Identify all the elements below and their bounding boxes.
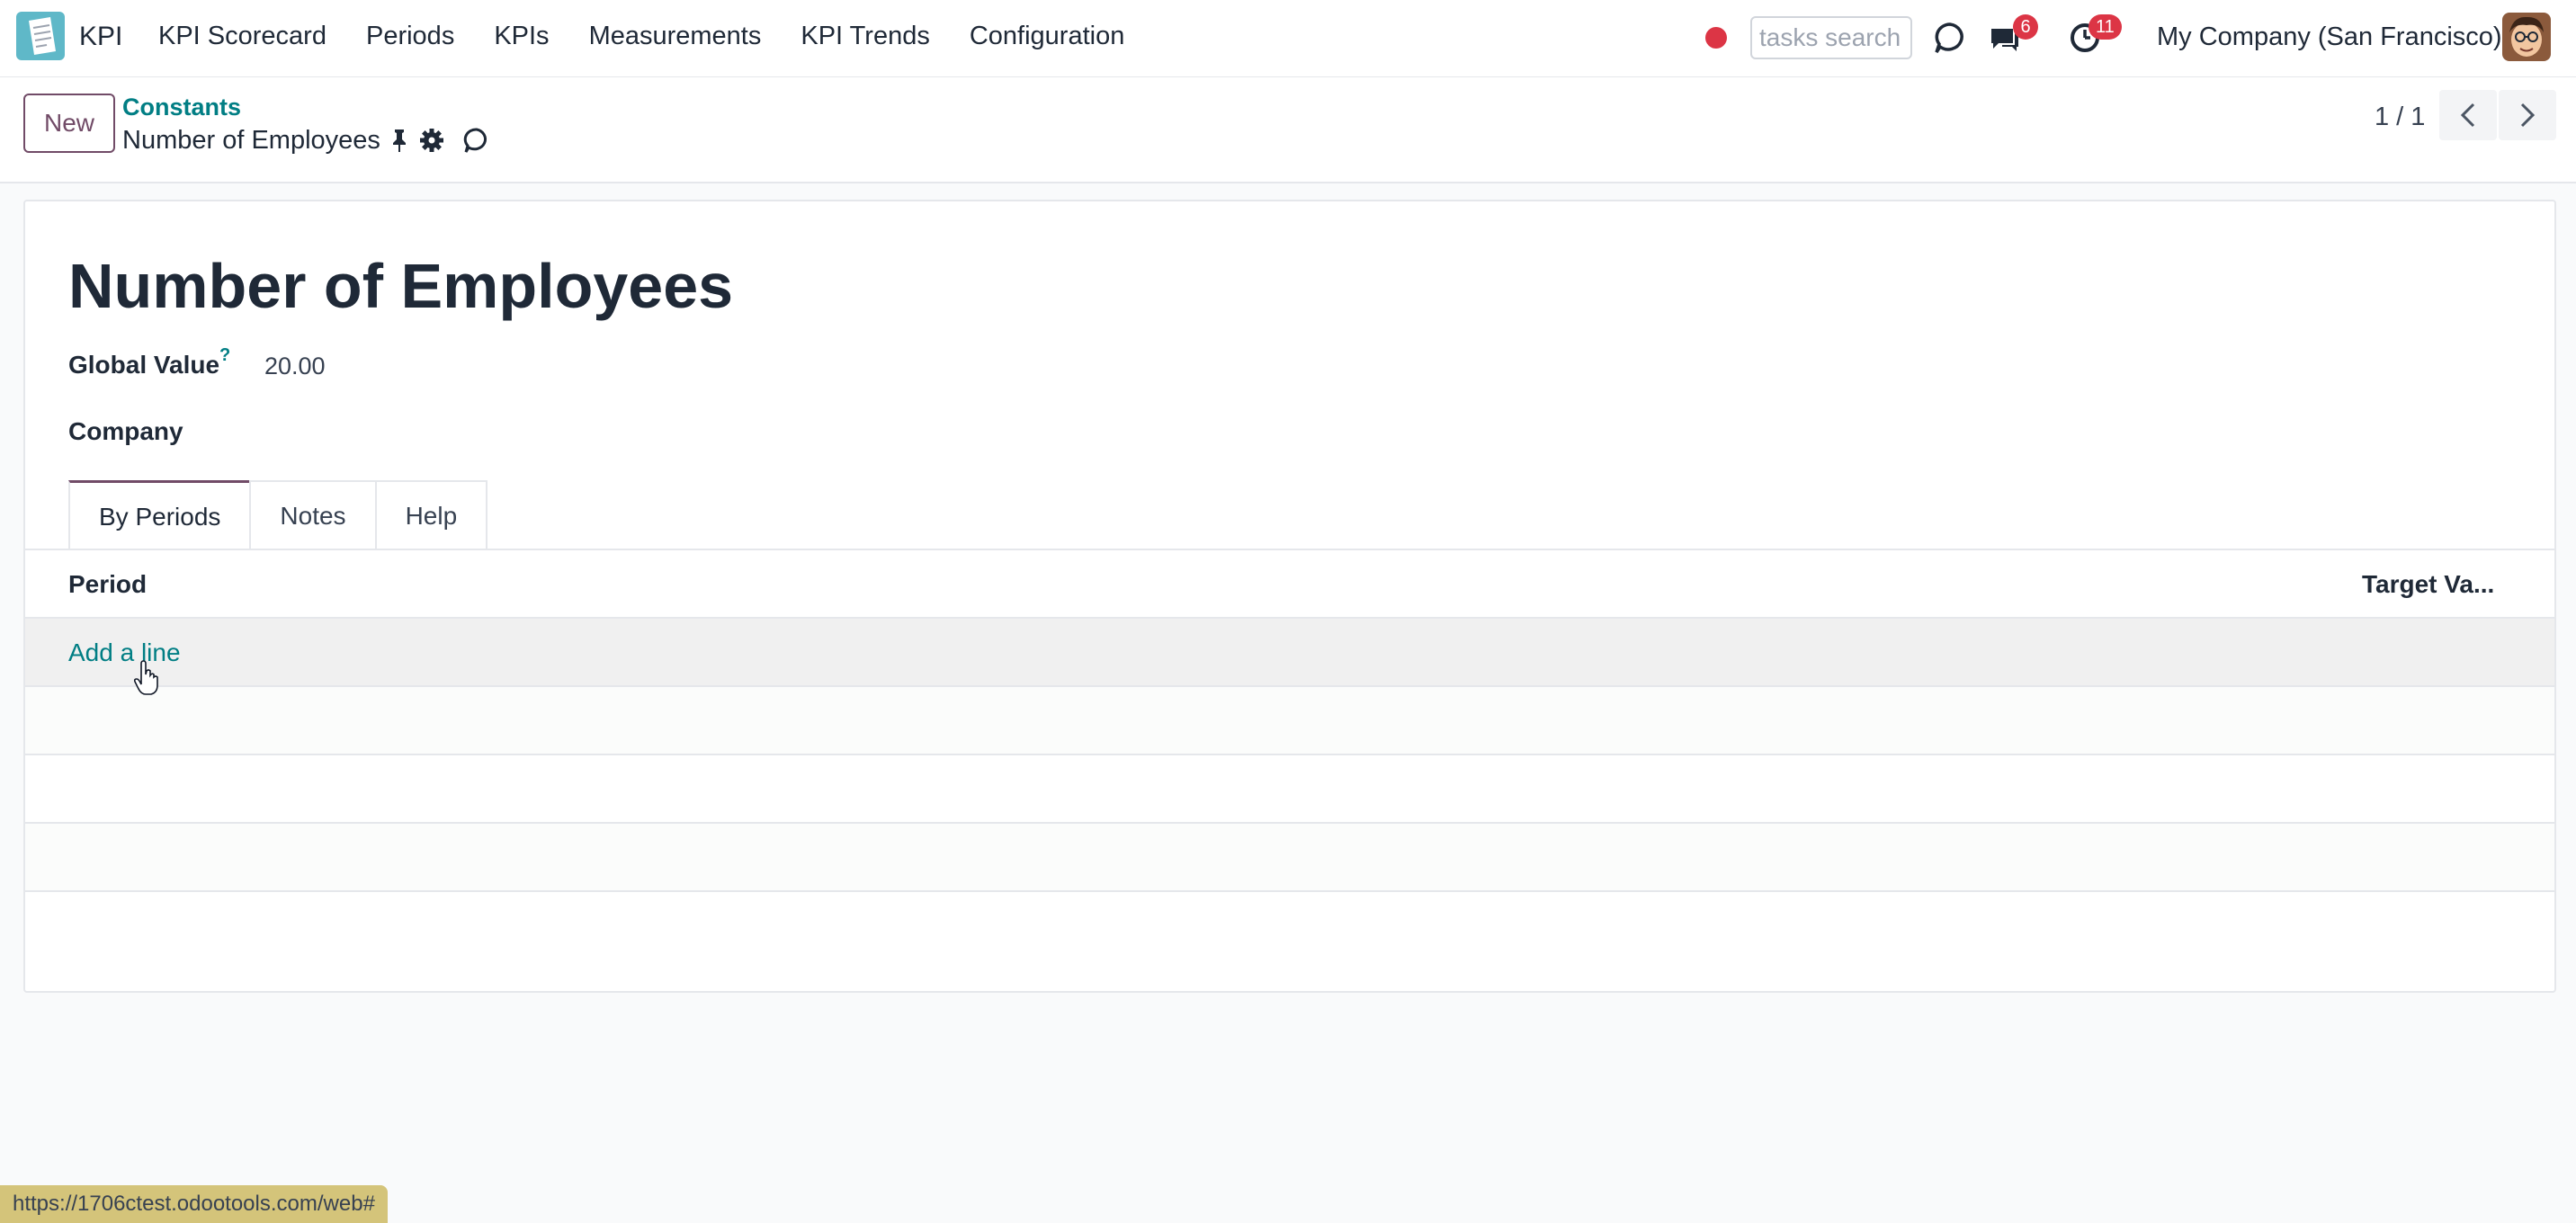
- status-bar-url: https://1706ctest.odootools.com/web#: [0, 1185, 388, 1223]
- messages-badge: 6: [2013, 14, 2038, 40]
- recording-dot-icon[interactable]: [1705, 27, 1727, 49]
- table-row: [25, 824, 2554, 892]
- main-menu: KPI Scorecard Periods KPIs Measurements …: [158, 22, 1164, 51]
- add-line-row: Add a line: [25, 619, 2554, 687]
- breadcrumb-constants[interactable]: Constants: [122, 94, 241, 121]
- app-name[interactable]: KPI: [79, 22, 122, 52]
- help-tooltip-icon[interactable]: ?: [219, 345, 230, 366]
- table-row: [25, 687, 2554, 755]
- column-target-value[interactable]: Target Va...: [2362, 570, 2494, 599]
- menu-kpi-scorecard[interactable]: KPI Scorecard: [158, 22, 326, 51]
- menu-periods[interactable]: Periods: [366, 22, 454, 51]
- tab-help[interactable]: Help: [374, 480, 488, 550]
- pager-previous-button[interactable]: [2439, 90, 2497, 140]
- global-value-label: Global Value: [68, 351, 220, 379]
- tasks-search-input[interactable]: [1750, 16, 1912, 59]
- tab-notes[interactable]: Notes: [249, 480, 377, 550]
- chatter-icon[interactable]: [462, 126, 491, 155]
- pin-icon[interactable]: [385, 126, 414, 155]
- table-header: Period Target Va...: [25, 550, 2554, 619]
- new-button[interactable]: New: [23, 94, 115, 153]
- top-navbar: KPI KPI Scorecard Periods KPIs Measureme…: [0, 0, 2576, 77]
- user-avatar[interactable]: [2502, 13, 2551, 61]
- menu-kpis[interactable]: KPIs: [494, 22, 549, 51]
- tab-by-periods[interactable]: By Periods: [68, 480, 252, 550]
- column-period[interactable]: Period: [68, 570, 147, 599]
- chevron-right-icon: [2520, 103, 2536, 128]
- kpi-app-icon[interactable]: [16, 12, 65, 60]
- company-label: Company: [68, 417, 183, 445]
- form-sheet: Number of Employees Global Value ? 20.00…: [23, 200, 2556, 993]
- notebook-tabs: By Periods Notes Help: [68, 480, 488, 550]
- hand-cursor-icon: [133, 660, 158, 695]
- add-line-link[interactable]: Add a line: [68, 638, 181, 667]
- breadcrumb-current: Number of Employees: [122, 126, 380, 155]
- menu-kpi-trends[interactable]: KPI Trends: [801, 22, 929, 51]
- gear-icon[interactable]: [417, 126, 446, 155]
- menu-measurements[interactable]: Measurements: [589, 22, 762, 51]
- control-panel: New Constants Number of Employees 1 / 1: [0, 77, 2576, 183]
- pager-next-button[interactable]: [2499, 90, 2556, 140]
- pager-value[interactable]: 1 / 1: [2375, 103, 2425, 132]
- activities-badge: 11: [2089, 14, 2122, 40]
- chat-bubble-icon[interactable]: [1932, 20, 1968, 56]
- record-title[interactable]: Number of Employees: [68, 250, 733, 322]
- global-value-field[interactable]: 20.00: [264, 353, 326, 380]
- menu-configuration[interactable]: Configuration: [970, 22, 1125, 51]
- table-row: [25, 755, 2554, 824]
- company-switcher[interactable]: My Company (San Francisco): [2157, 22, 2502, 52]
- chevron-left-icon: [2460, 103, 2475, 128]
